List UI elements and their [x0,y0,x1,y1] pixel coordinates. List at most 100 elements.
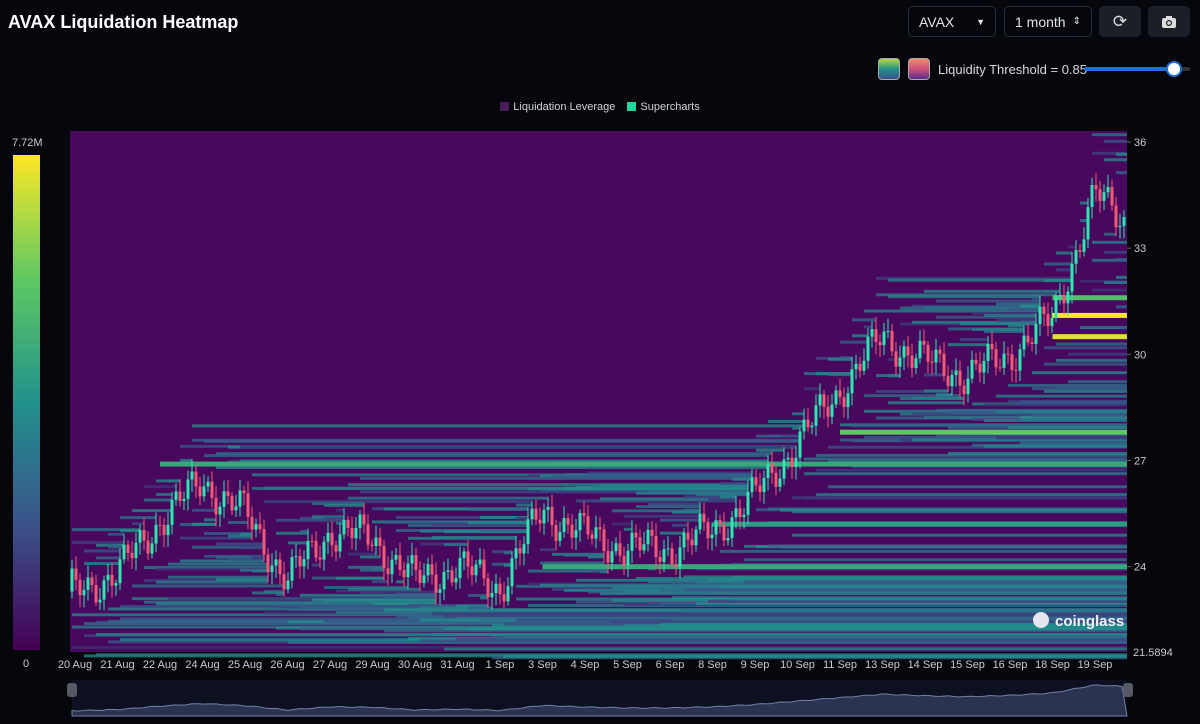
candle-body [554,525,558,541]
candle-body [942,353,946,377]
liquidation-band [216,452,772,456]
liquidation-band [468,521,528,525]
liquidation-band [708,498,736,502]
candle-body [1042,306,1046,314]
liquidation-band [612,522,632,526]
candle-body [694,529,698,546]
candle-body [758,485,762,493]
candle-body [470,566,474,576]
candle-body [442,571,446,590]
navigator-handle[interactable] [67,683,77,697]
candle-body [670,548,674,565]
navigator-handle[interactable] [1123,683,1133,697]
candle-body [738,508,742,518]
liquidation-band [168,562,268,566]
candle-body [838,390,842,398]
liquidation-band [132,509,172,513]
candle-body [1026,335,1030,343]
candle-body [682,532,686,548]
candle-body [974,359,978,364]
candle-body [398,554,402,570]
liquidation-band [924,389,948,393]
candle-body [218,506,222,515]
candle-body [906,346,910,356]
candle-body [858,363,862,371]
x-tick-label: 15 Sep [950,659,985,671]
candle-body [766,463,770,478]
candle-body [926,344,930,362]
candle-body [894,351,898,367]
x-tick-label: 1 Sep [486,659,515,671]
candle-body [310,540,314,542]
candle-body [1058,294,1062,297]
candle-body [370,544,374,547]
liquidation-band [684,588,1127,592]
liquidation-band [984,329,1024,333]
candle-body [850,369,854,394]
liquidation-band [600,570,608,574]
x-tick-label: 11 Sep [823,659,857,671]
liquidation-band [744,580,1127,584]
liquidation-band [960,338,988,342]
y-tick-label: 36 [1134,137,1146,149]
liquidation-band [444,543,468,547]
liquidation-band [792,412,804,416]
liquidation-band [504,654,1127,658]
liquidation-band [720,549,1127,553]
candle-body [394,554,398,560]
candle-body [274,559,278,566]
candle-body [198,486,202,497]
x-tick-label: 30 Aug [398,659,432,671]
liquidation-band [864,325,872,329]
liquidation-band [816,493,1127,497]
candle-body [650,529,654,536]
candle-body [1010,354,1014,370]
candle-body [602,529,606,552]
liquidation-band [276,593,284,597]
liquidation-band [624,514,700,518]
liquidation-band [324,503,364,507]
candle-body [318,557,322,560]
liquidation-band [264,500,532,504]
candle-body [538,519,542,524]
liquidation-band [732,575,1127,579]
candle-body [882,331,886,346]
liquidation-band [888,401,964,405]
candle-body [822,394,826,407]
x-tick-label: 5 Sep [613,659,642,671]
liquidation-band [768,419,804,423]
y-tick-label: 24 [1134,562,1146,574]
liquidation-band [708,484,748,488]
candle-body [94,585,98,603]
liquidation-band [996,394,1127,398]
liquidation-band [288,541,308,545]
candle-body [742,514,746,518]
liquidation-band [1056,386,1127,390]
heatmap-chart[interactable]: 36 33 30 27 24 21.5894 20 Aug 21 Aug 22 Aug 24 Au… [0,0,1200,724]
liquidation-band [336,576,384,580]
x-tick-label: 14 Sep [908,659,943,671]
liquidation-band [1032,413,1127,417]
candle-body [402,569,406,578]
candle-body [430,564,434,575]
candle-body [414,555,418,570]
liquidation-band [1020,320,1036,324]
liquidation-band [924,373,944,377]
candle-body [330,532,334,546]
candle-body [714,520,718,535]
liquidation-band [108,545,124,549]
candle-body [786,457,790,460]
candle-body [406,563,410,578]
candle-body [1094,185,1098,190]
liquidation-band [144,485,176,489]
candle-body [630,532,634,551]
liquidation-band [936,299,1040,303]
candle-body [502,594,506,602]
liquidation-band [1104,139,1127,143]
candle-body [698,513,702,530]
liquidation-band [1044,262,1072,266]
key-liquidation-band [840,429,1127,435]
candle-body [862,360,866,371]
liquidation-band [432,612,1127,616]
candle-body [374,537,378,547]
